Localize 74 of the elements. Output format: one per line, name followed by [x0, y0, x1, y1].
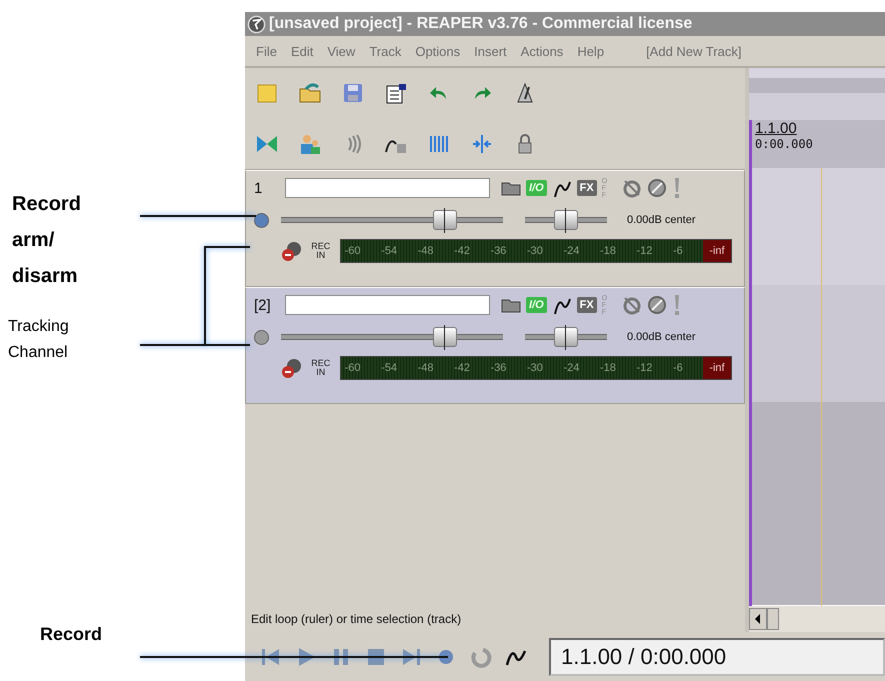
- monitor-icon[interactable]: [280, 240, 302, 262]
- app-logo-icon: [247, 14, 266, 34]
- menu-item[interactable]: Insert: [467, 44, 514, 58]
- meter-scale-label: -36: [490, 245, 506, 257]
- ruler-bar-label: 1.1.00: [755, 120, 798, 137]
- status-text: Edit loop (ruler) or time selection (track): [250, 611, 462, 628]
- meter-scale-label: -54: [381, 362, 397, 374]
- annotation-label: Tracking Channel: [8, 317, 70, 363]
- meter-scale-label: -60: [344, 362, 360, 374]
- prohibited-icon[interactable]: [646, 295, 667, 315]
- track-number: [2]: [254, 296, 272, 314]
- meter-scale-label: -36: [490, 362, 506, 374]
- fx-button[interactable]: FX: [576, 297, 597, 313]
- meter-scale-label: -30: [527, 362, 543, 374]
- window-title: [unsaved project] - REAPER v3.76 - Commercial license: [269, 15, 692, 33]
- menu-item[interactable]: Actions: [514, 44, 570, 58]
- meter-scale-label: -24: [564, 245, 580, 257]
- menu-item[interactable]: Options: [408, 44, 468, 58]
- menu-item[interactable]: View: [320, 44, 362, 58]
- prohibited-icon[interactable]: [646, 178, 667, 198]
- menu-item[interactable]: File: [249, 44, 284, 58]
- track-lane[interactable]: [749, 285, 885, 402]
- track-name-field[interactable]: [285, 295, 490, 315]
- slider-thumb[interactable]: [554, 327, 578, 347]
- meter-scale-label: -6: [672, 362, 683, 374]
- peak-readout: -inf: [703, 357, 731, 379]
- peak-readout: -inf: [703, 240, 731, 262]
- record-arm-button[interactable]: [254, 330, 269, 344]
- menu-item[interactable]: Track: [362, 44, 408, 58]
- folder-icon[interactable]: [501, 180, 521, 196]
- monitor-icon[interactable]: [280, 357, 302, 379]
- scroll-left-icon[interactable]: [749, 608, 767, 630]
- meter-scale-label: -12: [636, 245, 652, 257]
- slider-thumb[interactable]: [433, 327, 457, 347]
- time-display: 1.1.00 / 0:00.000: [549, 638, 885, 676]
- io-button[interactable]: I/O: [526, 297, 547, 313]
- menu-item[interactable]: [Add New Track]: [639, 44, 748, 58]
- meter-scale-label: -48: [418, 245, 434, 257]
- track-number: 1: [254, 180, 264, 196]
- fx-button[interactable]: FX: [576, 180, 597, 196]
- ruler-time-label: 0:00.000: [755, 137, 814, 151]
- scroll-thumb[interactable]: [767, 608, 779, 630]
- meter-scale-label: -18: [600, 362, 616, 374]
- phase-icon[interactable]: [622, 178, 642, 198]
- slider-thumb[interactable]: [433, 210, 457, 230]
- track-name-field[interactable]: [285, 178, 490, 198]
- meter-scale-label: -42: [454, 362, 470, 374]
- meter-scale-label: -18: [600, 245, 616, 257]
- volume-pan-readout: 0.00dB center: [627, 214, 696, 226]
- annotation-label: Record: [40, 624, 104, 645]
- meter-scale-label: -6: [672, 245, 683, 257]
- folder-icon[interactable]: [298, 81, 322, 106]
- volume-pan-readout: 0.00dB center: [627, 331, 696, 343]
- menu-item[interactable]: Edit: [284, 44, 320, 58]
- meter-scale-label: -12: [636, 362, 652, 374]
- meter-scale-label: -24: [564, 362, 580, 374]
- document-icon[interactable]: [384, 81, 408, 106]
- rec-input-label[interactable]: REC IN: [310, 242, 332, 260]
- menu-item[interactable]: Help: [570, 44, 612, 58]
- meter-scale-label: -60: [344, 245, 360, 257]
- phase-icon[interactable]: [622, 295, 642, 315]
- meter-scale-label: -48: [418, 362, 434, 374]
- slider-thumb[interactable]: [554, 210, 578, 230]
- record-arm-button[interactable]: [254, 212, 269, 228]
- horizontal-scrollbar[interactable]: [749, 605, 885, 632]
- meter-scale-label: -42: [454, 245, 470, 257]
- timeline-ruler[interactable]: 1.1.00 0:00.000: [749, 120, 885, 168]
- rec-input-label[interactable]: REC IN: [310, 359, 332, 377]
- meter-scale-label: -30: [527, 245, 543, 257]
- annotation-label: Record arm/ disarm: [12, 192, 82, 289]
- meter-scale-label: -54: [381, 245, 397, 257]
- track-lane[interactable]: [749, 168, 885, 285]
- folder-icon[interactable]: [501, 297, 521, 313]
- io-button[interactable]: I/O: [526, 180, 547, 196]
